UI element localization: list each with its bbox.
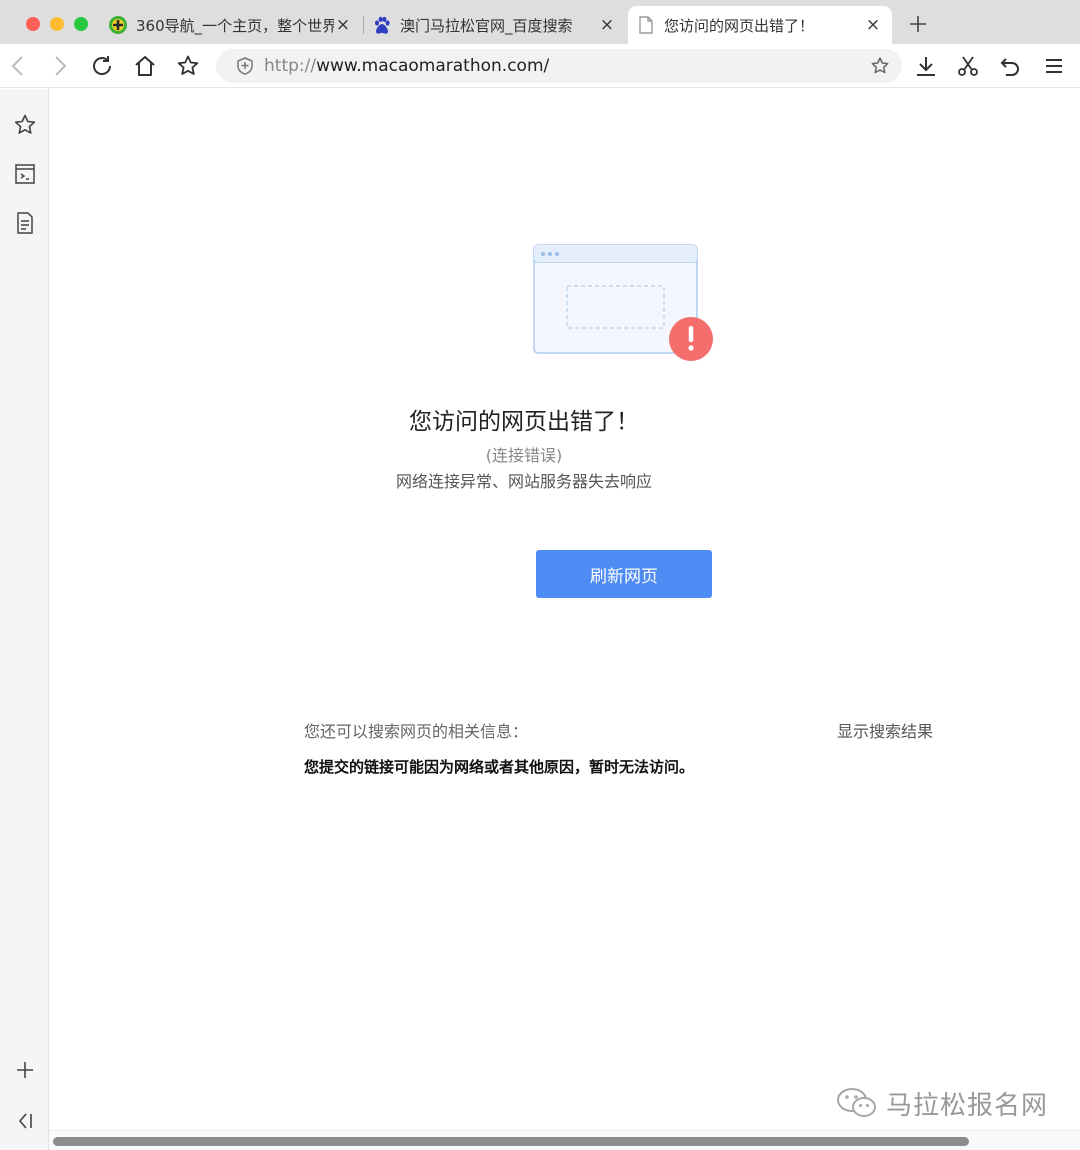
address-bar[interactable]: http://www.macaomarathon.com/ xyxy=(216,49,902,83)
page-icon xyxy=(636,15,656,35)
tab-360-nav[interactable]: 360导航_一个主页，整个世界 × xyxy=(100,6,362,44)
plus-icon xyxy=(910,16,926,32)
tab-title: 澳门马拉松官网_百度搜索 xyxy=(400,16,573,35)
url-host: www.macaomarathon.com/ xyxy=(316,56,550,76)
window-zoom-button[interactable] xyxy=(74,17,88,31)
close-icon[interactable]: × xyxy=(598,15,616,35)
window-box-icon xyxy=(15,164,35,184)
close-icon[interactable]: × xyxy=(864,15,882,35)
tab-title: 360导航_一个主页，整个世界 xyxy=(136,16,334,35)
sidebar-favorites-button[interactable] xyxy=(12,112,38,138)
url-text[interactable]: http://www.macaomarathon.com/ xyxy=(264,56,549,76)
toolbar: http://www.macaomarathon.com/ xyxy=(0,44,1080,88)
sidebar-apps-button[interactable] xyxy=(12,161,38,187)
horizontal-scrollbar[interactable] xyxy=(49,1130,1080,1150)
error-note: 您提交的链接可能因为网络或者其他原因，暂时无法访问。 xyxy=(304,758,695,776)
new-tab-button[interactable] xyxy=(906,12,930,36)
back-button[interactable] xyxy=(4,52,32,80)
360-logo-icon xyxy=(108,15,128,35)
tab-title: 您访问的网页出错了！ xyxy=(664,16,815,35)
tab-strip: 360导航_一个主页，整个世界 × 澳门马拉松官网_百度搜索 × 您访问的网页出… xyxy=(0,0,1080,44)
sidebar-collapse-button[interactable] xyxy=(12,1108,38,1134)
watermark: 马拉松报名网 xyxy=(836,1085,1048,1121)
undo-close-button[interactable] xyxy=(996,52,1024,80)
url-scheme: http:// xyxy=(264,56,317,76)
star-icon xyxy=(14,114,36,134)
forward-button[interactable] xyxy=(46,52,74,80)
home-button[interactable] xyxy=(131,52,159,80)
baidu-paw-icon xyxy=(372,15,392,35)
broken-page-illustration xyxy=(533,244,713,361)
document-icon xyxy=(17,212,33,234)
scrollbar-thumb[interactable] xyxy=(53,1137,969,1146)
collapse-left-icon xyxy=(18,1113,32,1129)
bookmarks-button[interactable] xyxy=(174,52,202,80)
bookmark-star-icon[interactable] xyxy=(870,56,890,76)
screenshot-button[interactable] xyxy=(954,52,982,80)
downloads-button[interactable] xyxy=(912,52,940,80)
watermark-text: 马拉松报名网 xyxy=(886,1090,1049,1121)
sidebar-notes-button[interactable] xyxy=(12,210,38,236)
chevron-right-icon xyxy=(55,56,67,76)
undo-icon xyxy=(1000,58,1019,76)
tab-baidu-search[interactable]: 澳门马拉松官网_百度搜索 × xyxy=(364,6,626,44)
reload-button[interactable] xyxy=(88,52,116,80)
tab-error-page[interactable]: 您访问的网页出错了！ × xyxy=(628,6,892,44)
plus-icon xyxy=(17,1062,33,1078)
close-icon[interactable]: × xyxy=(334,15,352,35)
sidebar-add-button[interactable] xyxy=(12,1057,38,1083)
error-page: 您访问的网页出错了！ (连接错误) 网络连接异常、网站服务器失去响应 刷新网页 … xyxy=(49,89,1080,1150)
error-description: 网络连接异常、网站服务器失去响应 xyxy=(395,472,652,491)
search-hint-label: 您还可以搜索网页的相关信息： xyxy=(304,722,529,741)
download-icon xyxy=(917,57,935,76)
chevron-left-icon xyxy=(11,56,23,76)
menu-button[interactable] xyxy=(1040,52,1068,80)
menu-icon xyxy=(1046,59,1062,73)
wechat-icon xyxy=(837,1088,876,1117)
shield-icon[interactable] xyxy=(236,57,254,75)
error-title: 您访问的网页出错了！ xyxy=(409,409,639,435)
show-search-results-link[interactable]: 显示搜索结果 xyxy=(837,718,933,742)
star-icon xyxy=(177,55,199,75)
refresh-page-button[interactable]: 刷新网页 xyxy=(536,550,712,598)
error-subtitle: (连接错误) xyxy=(485,446,563,465)
scissors-icon xyxy=(958,56,978,76)
window-close-button[interactable] xyxy=(26,17,40,31)
side-panel xyxy=(0,89,49,1150)
home-icon xyxy=(135,56,155,76)
window-minimize-button[interactable] xyxy=(50,17,64,31)
reload-icon xyxy=(93,56,112,75)
